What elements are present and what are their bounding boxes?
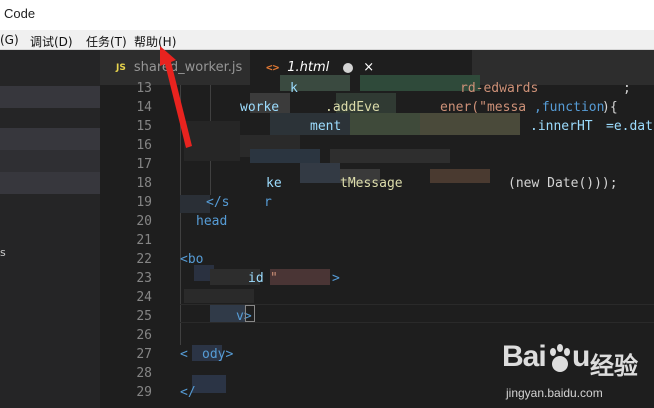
- line-number: 13: [136, 81, 152, 96]
- line-number: 24: [136, 290, 152, 305]
- bracket-match-highlight: [245, 305, 255, 322]
- watermark-url: jingyan.baidu.com: [506, 386, 603, 400]
- code-token: =e.dat: [606, 119, 653, 134]
- window-title: Code: [4, 6, 36, 21]
- watermark-brand: Bai: [502, 340, 547, 373]
- code-token: r: [264, 195, 272, 210]
- sidebar-text-fragment: s: [0, 246, 6, 259]
- code-token: .innerHT: [530, 119, 593, 134]
- code-token: (new Date()));: [508, 176, 618, 191]
- line-number: 26: [136, 328, 152, 343]
- line-number: 20: [136, 214, 152, 229]
- line-number: 27: [136, 347, 152, 362]
- menu-help[interactable]: 帮助(H): [134, 33, 176, 50]
- line-number: 28: [136, 366, 152, 381]
- watermark-brand-end: u: [572, 340, 590, 373]
- code-token: ;: [623, 81, 631, 96]
- watermark-jingyan: 经验: [590, 352, 638, 380]
- menu-bar: (G) 调试(D) 任务(T) 帮助(H): [0, 30, 654, 50]
- code-token: ke: [266, 176, 282, 191]
- js-file-icon: JS: [116, 62, 126, 73]
- code-token: ,function: [534, 100, 605, 115]
- line-number: 21: [136, 233, 152, 248]
- line-number: 18: [136, 176, 152, 191]
- code-token: worke: [240, 100, 280, 115]
- code-token: .addEve: [325, 100, 380, 115]
- code-token: ": [270, 271, 278, 286]
- sidebar-row[interactable]: [0, 150, 100, 172]
- line-number: 22: [136, 252, 152, 267]
- baidu-paw-icon: [550, 344, 570, 372]
- code-token: <bo: [180, 252, 204, 267]
- menu-tasks[interactable]: 任务(T): [86, 33, 127, 50]
- line-number: 14: [136, 100, 152, 115]
- sidebar-row[interactable]: [0, 128, 100, 150]
- code-token: ment: [310, 119, 342, 134]
- code-token: ener("messa: [440, 100, 527, 115]
- tab-label: shared_worker.js: [133, 60, 243, 75]
- code-token: >: [332, 271, 340, 286]
- line-number-gutter: 13 14 15 16 17 18 19 20 21 22 23 24 25 2…: [100, 81, 160, 408]
- code-token: head: [196, 214, 228, 229]
- menu-go[interactable]: (G): [0, 33, 19, 47]
- line-number: 17: [136, 157, 152, 172]
- code-token: </: [180, 385, 196, 400]
- line-number: 16: [136, 138, 152, 153]
- line-number: 15: [136, 119, 152, 134]
- code-token: ){: [602, 100, 618, 115]
- code-token: id: [248, 271, 264, 286]
- unsaved-dot-icon: [343, 62, 354, 73]
- line-number: 29: [136, 385, 152, 400]
- code-token: k: [290, 81, 298, 96]
- line-number: 19: [136, 195, 152, 210]
- menu-debug[interactable]: 调试(D): [30, 33, 73, 50]
- code-token: <: [180, 347, 188, 362]
- code-token: ody>: [202, 347, 234, 362]
- code-token: </s: [206, 195, 230, 210]
- tab-label: 1.html: [287, 60, 330, 75]
- sidebar-row[interactable]: [0, 172, 100, 194]
- close-tab-button[interactable]: ×: [363, 60, 374, 75]
- html-file-icon: <>: [266, 61, 280, 74]
- baidu-jingyan-watermark: Bai u 经验 jingyan.baidu.com: [502, 340, 654, 408]
- title-bar: Code: [0, 0, 654, 30]
- sidebar-row[interactable]: [0, 86, 100, 108]
- code-token: rd-edwards: [460, 81, 539, 96]
- line-number: 23: [136, 271, 152, 286]
- explorer-sidebar: s: [0, 50, 100, 408]
- line-number: 25: [136, 309, 152, 324]
- code-token: tMessage: [340, 176, 403, 191]
